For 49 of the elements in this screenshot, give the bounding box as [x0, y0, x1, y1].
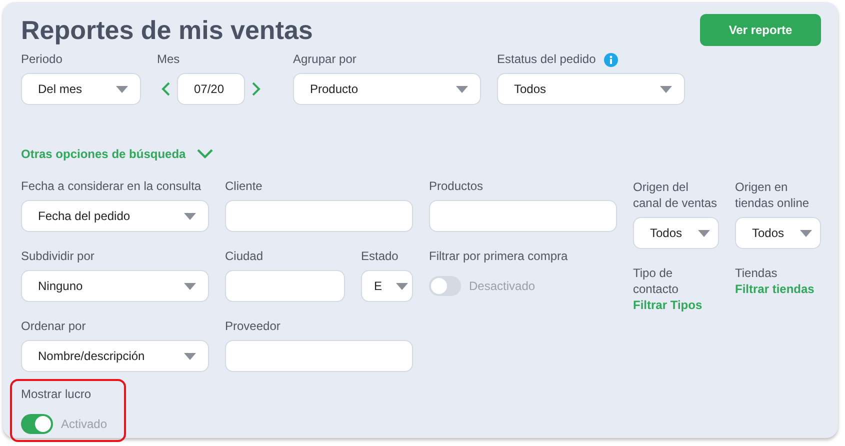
field-label: Ciudad	[225, 249, 264, 264]
field-label: Tipo de contacto	[633, 265, 680, 297]
dropdown[interactable]: Nombre/descripción	[21, 340, 209, 372]
input-field[interactable]	[225, 270, 345, 302]
dropdown[interactable]: Ninguno	[21, 270, 209, 302]
caret-icon	[800, 230, 812, 236]
field-label: Mes	[157, 52, 180, 67]
dropdown[interactable]: Todos	[735, 217, 821, 249]
field-label: Productos	[429, 179, 484, 194]
field-label: Fecha a considerar en la consulta	[21, 179, 202, 194]
month-field[interactable]: 07/20	[177, 73, 245, 105]
dropdown[interactable]: Del mes	[21, 73, 141, 105]
caret-icon	[184, 212, 196, 220]
caret-icon	[184, 282, 196, 290]
info-icon[interactable]	[604, 52, 618, 66]
dropdown[interactable]: Todos	[633, 217, 719, 249]
field-label: Proveedor	[225, 319, 282, 334]
field-label: Agrupar por	[293, 52, 356, 67]
input-field[interactable]	[225, 340, 413, 372]
toggle-state: Desactivado	[469, 278, 536, 295]
caret-icon	[660, 86, 672, 92]
dropdown[interactable]: Fecha del pedido	[21, 200, 209, 232]
field-label: Cliente	[225, 179, 264, 194]
field-label: Tiendas	[735, 265, 778, 281]
field-label: Subdividir por	[21, 249, 96, 264]
dropdown[interactable]: Producto	[293, 73, 481, 105]
field-label: Estatus del pedido	[497, 52, 596, 67]
toggle-switch[interactable]	[21, 414, 53, 434]
dropdown[interactable]: Todos	[497, 73, 685, 105]
field-label: Filtrar por primera compra	[429, 249, 568, 264]
toggle-switch[interactable]	[429, 276, 461, 296]
field-label: Periodo	[21, 52, 62, 67]
caret-icon	[698, 230, 710, 236]
caret-icon	[396, 282, 408, 290]
chevron-left-icon[interactable]	[161, 82, 171, 96]
caret-icon	[184, 352, 196, 360]
input-field[interactable]	[225, 200, 413, 232]
caret-icon	[116, 86, 128, 92]
dropdown[interactable]: E	[361, 270, 413, 302]
caret-icon	[456, 86, 468, 92]
field-label: Origen en tiendas online	[735, 179, 810, 211]
field-label: Ordenar por	[21, 319, 87, 334]
chevron-right-icon[interactable]	[251, 82, 261, 96]
field-label: Origen del canal de ventas	[633, 179, 718, 211]
page-title: Reportes de mis ventas	[21, 14, 313, 46]
field-label: Estado	[361, 249, 400, 264]
field-label: Mostrar lucro	[21, 387, 92, 402]
toggle-state: Activado	[61, 416, 108, 433]
input-field[interactable]	[429, 200, 617, 232]
